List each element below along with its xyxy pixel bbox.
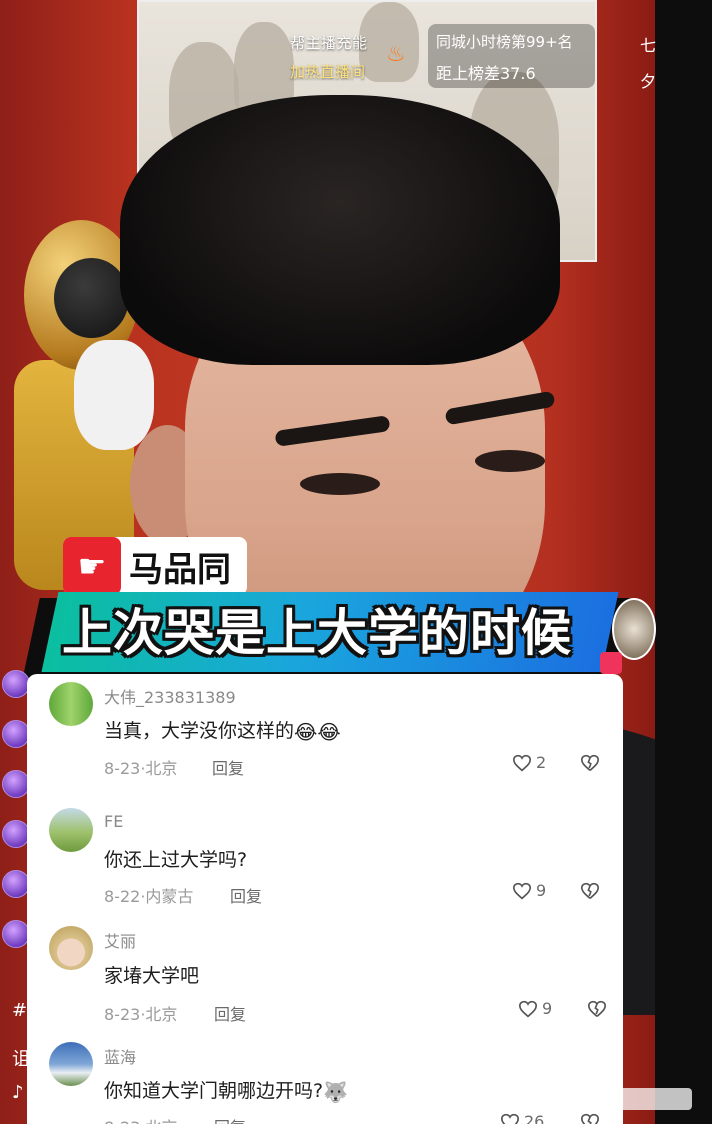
comment-meta: 8-22·内蒙古 <box>104 887 194 906</box>
gift-icon[interactable] <box>2 670 30 698</box>
reply-button[interactable]: 回复 <box>230 883 262 907</box>
comment-item: 蓝海 你知道大学门朝哪边开吗?🐺 8-23·北京 回复 26 <box>27 1038 623 1124</box>
comment-meta: 8-23·北京 <box>104 759 178 778</box>
streamer-name: 马品同 <box>129 549 231 590</box>
laugh-cry-emoji: 😂😂 <box>294 720 341 744</box>
comment-username[interactable]: 大伟_233831389 <box>104 684 236 708</box>
comment-date: 8-22 <box>104 887 141 906</box>
charge-widget[interactable]: 帮主播充能 加热直播间 ♨ <box>290 32 420 82</box>
husky-emoji: 🐺 <box>323 1080 348 1104</box>
rank-title: 同城小时榜第99+名 <box>436 33 573 51</box>
heart-outline-icon <box>512 754 532 771</box>
broken-heart-icon[interactable] <box>587 1000 607 1018</box>
comment-username[interactable]: 蓝海 <box>104 1044 136 1068</box>
banner-text: 上次哭是上大学的时候 <box>62 604 572 662</box>
avatar[interactable] <box>49 808 93 852</box>
comment-item: 艾丽 家堾大学吧 8-23·北京 回复 9 <box>27 920 623 1048</box>
comment-text: 家堾大学吧 <box>104 965 200 987</box>
comment-username[interactable]: FE <box>104 812 123 831</box>
name-tag: ☛ 马品同 <box>63 537 247 595</box>
broken-heart-icon[interactable] <box>580 1113 600 1124</box>
like-button[interactable]: 9 <box>512 881 546 900</box>
broken-heart-icon[interactable] <box>580 754 600 772</box>
gift-rail <box>0 670 30 970</box>
avatar[interactable] <box>49 1042 93 1086</box>
fire-icon: ♨ <box>386 42 406 67</box>
like-count: 9 <box>542 999 553 1018</box>
like-button[interactable]: 2 <box>512 753 546 772</box>
rank-panel[interactable]: 同城小时榜第99+名 距上榜差37.6 <box>428 24 595 88</box>
heart-outline-icon <box>512 882 532 899</box>
comment-location: 北京 <box>145 1005 178 1024</box>
right-margin <box>655 0 712 1124</box>
comment-location: 北京 <box>145 1118 177 1124</box>
comment-meta: 8-23·北京 <box>104 1114 177 1124</box>
gift-icon[interactable] <box>2 820 30 848</box>
avatar[interactable] <box>49 926 93 970</box>
comment-location: 内蒙古 <box>145 887 194 906</box>
broken-heart-icon[interactable] <box>580 882 600 900</box>
watermark <box>582 1088 692 1110</box>
reply-button[interactable]: 回复 <box>214 1114 246 1124</box>
comment-meta: 8-23·北京 <box>104 1005 178 1024</box>
gift-icon[interactable] <box>2 920 30 948</box>
heart-outline-icon <box>500 1113 520 1124</box>
gift-icon[interactable] <box>2 720 30 748</box>
comment-text: 你还上过大学吗? <box>104 849 248 871</box>
comment-body: 当真，大学没你这样的 <box>104 720 295 742</box>
guest-avatar[interactable] <box>612 598 656 660</box>
like-count: 2 <box>536 753 547 772</box>
comment-date: 8-23 <box>104 759 141 778</box>
reply-button[interactable]: 回复 <box>212 755 244 779</box>
comment-item: FE 你还上过大学吗? 8-22·内蒙古 回复 9 <box>27 802 623 930</box>
rank-gap: 距上榜差37.6 <box>436 64 536 83</box>
gift-icon[interactable] <box>2 870 30 898</box>
event-badge[interactable]: 七 夕 <box>640 28 656 100</box>
like-button[interactable]: 26 <box>500 1112 544 1124</box>
reply-button[interactable]: 回复 <box>214 1001 246 1025</box>
comment-item: 大伟_233831389 当真，大学没你这样的😂😂 8-23·北京 回复 2 <box>27 674 623 802</box>
like-button[interactable]: 9 <box>518 999 552 1018</box>
hashtag-glyph: # <box>12 1000 28 1021</box>
gift-icon[interactable] <box>2 770 30 798</box>
comment-text: 当真，大学没你这样的😂😂 <box>104 716 341 744</box>
comment-body: 你知道大学门朝哪边开吗? <box>104 1080 324 1102</box>
avatar[interactable] <box>49 682 93 726</box>
comment-date: 8-23 <box>104 1118 140 1124</box>
comment-location: 北京 <box>145 759 178 778</box>
follow-badge[interactable] <box>600 652 622 674</box>
like-count: 26 <box>524 1112 545 1124</box>
comment-username[interactable]: 艾丽 <box>104 928 136 952</box>
like-count: 9 <box>536 881 547 900</box>
music-icon: ♪ <box>12 1082 24 1103</box>
comment-sheet[interactable]: 大伟_233831389 当真，大学没你这样的😂😂 8-23·北京 回复 2 F… <box>27 674 623 1124</box>
heart-outline-icon <box>518 1000 538 1017</box>
comment-date: 8-23 <box>104 1005 141 1024</box>
comment-text: 你知道大学门朝哪边开吗?🐺 <box>104 1076 348 1104</box>
pointing-hand-icon: ☛ <box>63 537 121 595</box>
